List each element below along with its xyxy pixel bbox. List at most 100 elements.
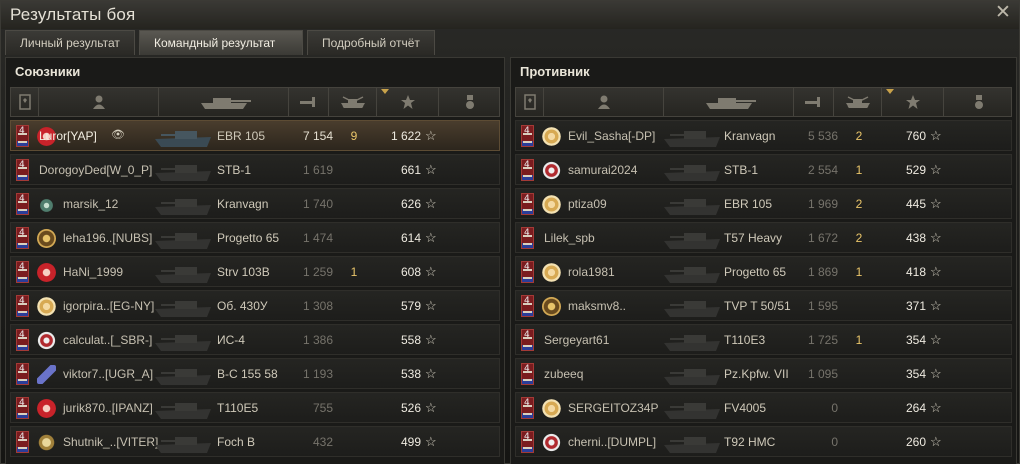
damage-value: 1 725: [807, 333, 838, 347]
table-row[interactable]: igorpira..[EG-NY] Об. 430У 1 308 579 ☆: [10, 290, 500, 321]
tab-team-result[interactable]: Командный результат: [139, 30, 303, 55]
rank-badge-icon: [16, 431, 29, 453]
player-name: SERGEITOZ34P: [568, 401, 659, 415]
rank-column-header[interactable]: [11, 88, 39, 116]
table-row[interactable]: SERGEITOZ34P FV4005 0 264 ☆: [515, 392, 1012, 423]
star-icon: ☆: [930, 196, 942, 211]
clan-badge-icon: [37, 263, 56, 282]
table-row[interactable]: ptiza09 EBR 105 1 969 2 445 ☆: [515, 188, 1012, 219]
star-icon: ☆: [930, 230, 942, 245]
xp-value: 1 622: [390, 129, 421, 143]
table-row[interactable]: DorogoyDed[W_0_P] STB-1 1 619 661 ☆: [10, 154, 500, 185]
table-row[interactable]: marsik_12 Kranvagn 1 740 626 ☆: [10, 188, 500, 219]
tank-image-icon: [155, 335, 211, 351]
tank-image-icon: [664, 437, 720, 453]
star-icon: ☆: [425, 264, 437, 279]
clan-badge-icon: [37, 399, 56, 418]
vehicle-column-header[interactable]: [664, 88, 794, 116]
table-row[interactable]: HaNi_1999 Strv 103B 1 259 1 608 ☆: [10, 256, 500, 287]
player-name: ptiza09: [568, 197, 607, 211]
xp-value: 354: [905, 333, 926, 347]
xp-column-header[interactable]: [377, 88, 439, 116]
table-row[interactable]: Shutnik_..[VITER] Foch B 432 499 ☆: [10, 426, 500, 457]
destroyed-tank-icon: [340, 96, 365, 108]
rank-badge-icon: [521, 261, 534, 283]
table-row[interactable]: jurik870..[IPANZ] T110E5 755 526 ☆: [10, 392, 500, 423]
damage-value: 1 474: [302, 231, 333, 245]
table-row[interactable]: viktor7..[UGR_A] B-C 155 58 1 193 538 ☆: [10, 358, 500, 389]
vehicle-column-header[interactable]: [159, 88, 289, 116]
rank-badge-icon: [521, 193, 534, 215]
vehicle-name: Progetto 65: [724, 265, 787, 279]
clan-badge-icon: [542, 297, 561, 316]
kills-column-header[interactable]: [834, 88, 882, 116]
sort-indicator-icon: [886, 89, 894, 94]
enemies-panel: Противник 4 Evil_Sasha[-DP] Kranvagn 5 5…: [510, 57, 1017, 464]
table-row[interactable]: calculat..[_SBR-] ИС-4 1 386 558 ☆: [10, 324, 500, 355]
player-column-header[interactable]: [544, 88, 664, 116]
table-row[interactable]: Sergeyart61 T110E3 1 725 1 354 ☆: [515, 324, 1012, 355]
tank-image-icon: [664, 199, 720, 215]
vehicle-name: ИС-4: [217, 333, 245, 347]
damage-column-header[interactable]: [289, 88, 329, 116]
enemies-column-headers: [515, 87, 1012, 117]
damage-column-header[interactable]: [794, 88, 834, 116]
player-name: rola1981: [568, 265, 615, 279]
damage-value: 2 554: [807, 163, 838, 177]
table-row[interactable]: Luror[YAP] 👁 EBR 105 7 154 9 1 622 ☆: [10, 120, 500, 151]
tab-detailed-report[interactable]: Подробный отчёт: [307, 30, 435, 55]
xp-column-header[interactable]: [882, 88, 944, 116]
star-icon: ☆: [930, 162, 942, 177]
medals-column-header[interactable]: [944, 88, 1013, 116]
clan-badge-icon: [37, 229, 56, 248]
tank-image-icon: [155, 301, 211, 317]
damage-icon: [299, 97, 315, 107]
damage-value: 5 536: [807, 129, 838, 143]
player-name: Lilek_spb: [544, 231, 595, 245]
tank-image-icon: [155, 267, 211, 283]
clan-badge-icon: [37, 365, 56, 384]
table-row[interactable]: Evil_Sasha[-DP] Kranvagn 5 536 2 760 ☆: [515, 120, 1012, 151]
clan-badge-icon: [37, 331, 56, 350]
damage-value: 755: [312, 401, 333, 415]
star-icon: ☆: [425, 230, 437, 245]
vehicle-name: B-C 155 58: [217, 367, 278, 381]
tab-personal-result[interactable]: Личный результат: [5, 30, 135, 55]
vehicle-name: T110E3: [724, 333, 766, 347]
table-row[interactable]: cherni..[DUMPL] T92 HMC 0 260 ☆: [515, 426, 1012, 457]
xp-value: 558: [400, 333, 421, 347]
player-name: jurik870..[IPANZ]: [63, 401, 153, 415]
destroyed-tank-icon: [845, 96, 870, 108]
vehicle-name: Об. 430У: [217, 299, 268, 313]
tank-image-icon: [664, 301, 720, 317]
player-name: HaNi_1999: [63, 265, 124, 279]
player-icon: [92, 95, 105, 109]
vehicle-name: Kranvagn: [724, 129, 776, 143]
rank-badge-icon: [521, 125, 534, 147]
damage-value: 1 193: [302, 367, 333, 381]
rank-badge-icon: [521, 431, 534, 453]
player-column-header[interactable]: [39, 88, 159, 116]
star-icon: ☆: [425, 128, 437, 143]
star-icon: ☆: [930, 128, 942, 143]
player-name: viktor7..[UGR_A]: [63, 367, 154, 381]
damage-value: 1 259: [302, 265, 333, 279]
table-row[interactable]: rola1981 Progetto 65 1 869 1 418 ☆: [515, 256, 1012, 287]
clan-badge-icon: [542, 127, 561, 146]
damage-value: 0: [831, 435, 838, 449]
rank-badge-icon: [521, 329, 534, 351]
table-row[interactable]: zubeeq Pz.Kpfw. VII 1 095 354 ☆: [515, 358, 1012, 389]
damage-value: 0: [831, 401, 838, 415]
rank-badge-icon: [16, 363, 29, 385]
rank-column-header[interactable]: [516, 88, 544, 116]
table-row[interactable]: maksmv8.. TVP T 50/51 1 595 371 ☆: [515, 290, 1012, 321]
table-row[interactable]: leha196..[NUBS] Progetto 65 1 474 614 ☆: [10, 222, 500, 253]
close-icon[interactable]: ✕: [993, 3, 1013, 23]
kills-column-header[interactable]: [329, 88, 377, 116]
clan-badge-icon: [37, 196, 56, 215]
table-row[interactable]: samurai2024 STB-1 2 554 1 529 ☆: [515, 154, 1012, 185]
medals-column-header[interactable]: [439, 88, 501, 116]
xp-value: 264: [905, 401, 926, 415]
table-row[interactable]: Lilek_spb T57 Heavy 1 672 2 438 ☆: [515, 222, 1012, 253]
player-name: igorpira..[EG-NY]: [63, 299, 155, 313]
